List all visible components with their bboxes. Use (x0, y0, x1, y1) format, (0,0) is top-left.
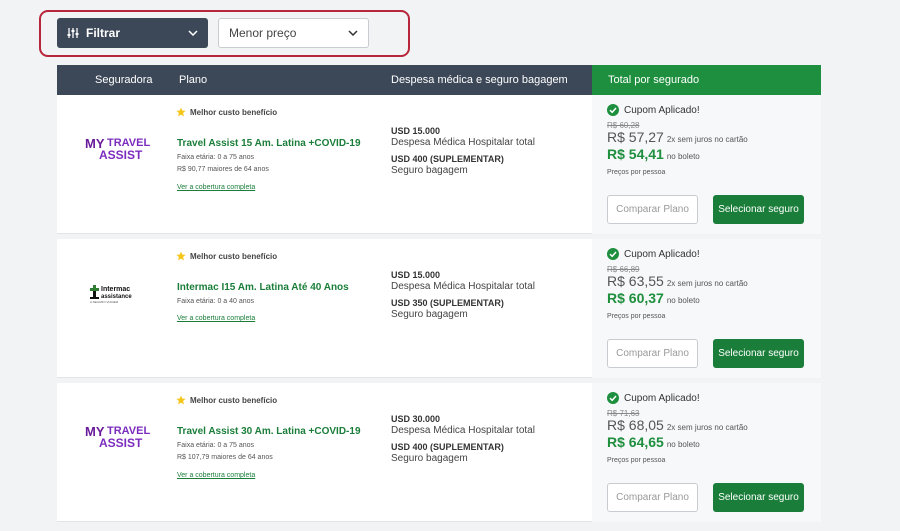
plan-senior-price: R$ 90,77 maiores de 64 anos (177, 166, 269, 173)
coupon-applied: Cupom Aplicado! (607, 248, 700, 260)
medical-coverage: USD 30.000 Despesa Médica Hospitalar tot… (391, 414, 535, 436)
boleto-price: R$ 54,41 no boleto (607, 146, 700, 162)
star-icon (176, 107, 186, 117)
best-value-badge: Melhor custo benefício (176, 107, 277, 117)
full-coverage-link[interactable]: Ver a cobertura completa (177, 472, 255, 479)
boleto-price: R$ 60,37 no boleto (607, 290, 700, 306)
plan-card: Intermac assistance A SEGURO VIAGEM Melh… (57, 239, 821, 378)
compare-plan-button[interactable]: Comparar Plano (607, 339, 698, 368)
baggage-coverage: USD 400 (SUPLEMENTAR) Seguro bagagem (391, 442, 504, 464)
header-total: Total por segurado (608, 74, 700, 86)
per-person-note: Preços por pessoa (607, 169, 666, 176)
baggage-coverage: USD 350 (SUPLEMENTAR) Seguro bagagem (391, 298, 504, 320)
per-person-note: Preços por pessoa (607, 313, 666, 320)
plan-name: Travel Assist 15 Am. Latina +COVID-19 (177, 138, 361, 149)
header-coverage: Despesa médica e seguro bagagem (391, 74, 568, 86)
medical-coverage: USD 15.000 Despesa Médica Hospitalar tot… (391, 270, 535, 292)
sort-select[interactable]: Menor preço (218, 18, 369, 48)
plan-name: Intermac I15 Am. Latina Até 40 Anos (177, 282, 349, 293)
check-circle-icon (607, 104, 619, 116)
mytravel-assist-logo: MY TRAVEL ASSIST (85, 136, 150, 162)
sliders-icon (67, 28, 79, 38)
svg-text:ASSIST: ASSIST (99, 436, 143, 450)
full-coverage-link[interactable]: Ver a cobertura completa (177, 184, 255, 191)
check-circle-icon (607, 392, 619, 404)
per-person-note: Preços por pessoa (607, 457, 666, 464)
boleto-price: R$ 64,65 no boleto (607, 434, 700, 450)
plan-age-range: Faixa etária: 0 a 75 anos (177, 442, 255, 449)
results-table-header: Seguradora Plano Despesa médica e seguro… (57, 65, 821, 95)
header-total-column: Total por segurado (592, 65, 821, 95)
compare-plan-button[interactable]: Comparar Plano (607, 483, 698, 512)
filter-button-label: Filtrar (86, 26, 121, 40)
mytravel-assist-logo: MY TRAVEL ASSIST (85, 424, 150, 450)
star-icon (176, 395, 186, 405)
plan-card: MY TRAVEL ASSIST Melhor custo benefício … (57, 95, 821, 234)
svg-text:ASSIST: ASSIST (99, 148, 143, 162)
full-coverage-link[interactable]: Ver a cobertura completa (177, 315, 255, 322)
plan-age-range: Faixa etária: 0 a 40 anos (177, 298, 255, 305)
card-price: R$ 57,27 2x sem juros no cartão (607, 129, 748, 145)
plan-senior-price: R$ 107,79 maiores de 64 anos (177, 454, 273, 461)
best-value-badge: Melhor custo benefício (176, 251, 277, 261)
select-insurance-button[interactable]: Selecionar seguro (713, 483, 804, 512)
select-insurance-button[interactable]: Selecionar seguro (713, 195, 804, 224)
chevron-down-icon (188, 30, 198, 36)
star-icon (176, 251, 186, 261)
select-insurance-button[interactable]: Selecionar seguro (713, 339, 804, 368)
baggage-coverage: USD 400 (SUPLEMENTAR) Seguro bagagem (391, 154, 504, 176)
coupon-applied: Cupom Aplicado! (607, 392, 700, 404)
best-value-badge: Melhor custo benefício (176, 395, 277, 405)
svg-text:Intermac: Intermac (101, 286, 130, 293)
svg-text:A SEGURO VIAGEM: A SEGURO VIAGEM (90, 300, 119, 304)
header-insurer: Seguradora (95, 74, 153, 86)
chevron-down-icon (348, 30, 358, 36)
filter-button[interactable]: Filtrar (57, 18, 208, 48)
card-price: R$ 68,05 2x sem juros no cartão (607, 417, 748, 433)
plan-age-range: Faixa etária: 0 a 75 anos (177, 154, 255, 161)
header-plan: Plano (179, 74, 208, 86)
coupon-applied: Cupom Aplicado! (607, 104, 700, 116)
plan-name: Travel Assist 30 Am. Latina +COVID-19 (177, 426, 361, 437)
intermac-assistance-logo: Intermac assistance A SEGURO VIAGEM (90, 285, 132, 304)
plan-card: MY TRAVEL ASSIST Melhor custo benefício … (57, 383, 821, 522)
card-price: R$ 63,55 2x sem juros no cartão (607, 273, 748, 289)
sort-select-value: Menor preço (229, 26, 297, 40)
medical-coverage: USD 15.000 Despesa Médica Hospitalar tot… (391, 126, 535, 148)
compare-plan-button[interactable]: Comparar Plano (607, 195, 698, 224)
check-circle-icon (607, 248, 619, 260)
